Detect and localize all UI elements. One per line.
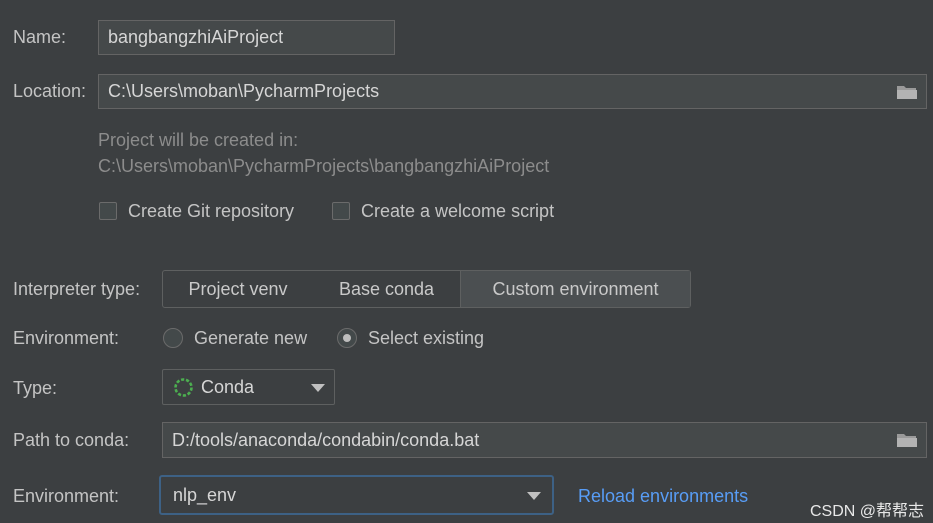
generate-new-label[interactable]: Generate new [194,328,307,349]
conda-icon [174,378,193,397]
environment-label: Environment: [13,486,120,506]
type-label: Type: [13,378,58,398]
location-input[interactable]: C:\Users\moban\PycharmProjects [98,74,927,109]
interpreter-type-segmented: Project venv Base conda Custom environme… [162,270,691,308]
select-existing-label[interactable]: Select existing [368,328,484,349]
chevron-down-icon [527,492,541,500]
tab-custom-environment[interactable]: Custom environment [460,271,690,307]
path-to-conda-input[interactable]: D:/tools/anaconda/condabin/conda.bat [162,422,927,458]
watermark: CSDN @帮帮志 [810,503,925,520]
environment-mode-label: Environment: [13,328,120,348]
select-existing-radio[interactable] [337,328,357,348]
project-location-path: C:\Users\moban\PycharmProjects\bangbangz… [98,156,550,176]
generate-new-radio[interactable] [163,328,183,348]
welcome-script-checkbox[interactable] [332,202,350,220]
git-repo-checkbox[interactable] [99,202,117,220]
name-value: bangbangzhiAiProject [108,27,284,47]
project-location-caption: Project will be created in: [98,130,299,150]
interpreter-type-label: Interpreter type: [13,279,141,299]
location-value: C:\Users\moban\PycharmProjects [108,81,380,101]
name-label: Name: [13,27,67,47]
type-select[interactable]: Conda [162,369,335,405]
welcome-script-label[interactable]: Create a welcome script [361,201,554,222]
reload-environments-link[interactable]: Reload environments [578,486,748,507]
git-repo-label[interactable]: Create Git repository [128,201,294,222]
folder-icon[interactable] [896,432,918,448]
path-to-conda-value: D:/tools/anaconda/condabin/conda.bat [172,429,480,450]
name-input[interactable]: bangbangzhiAiProject [98,20,395,55]
environment-select[interactable]: nlp_env [159,475,554,515]
location-label: Location: [13,81,87,101]
tab-project-venv[interactable]: Project venv [163,271,313,307]
chevron-down-icon [311,384,325,392]
environment-value: nlp_env [173,484,237,505]
tab-base-conda[interactable]: Base conda [313,271,460,307]
folder-icon[interactable] [896,84,918,100]
path-to-conda-label: Path to conda: [13,430,130,450]
type-value: Conda [201,376,255,397]
